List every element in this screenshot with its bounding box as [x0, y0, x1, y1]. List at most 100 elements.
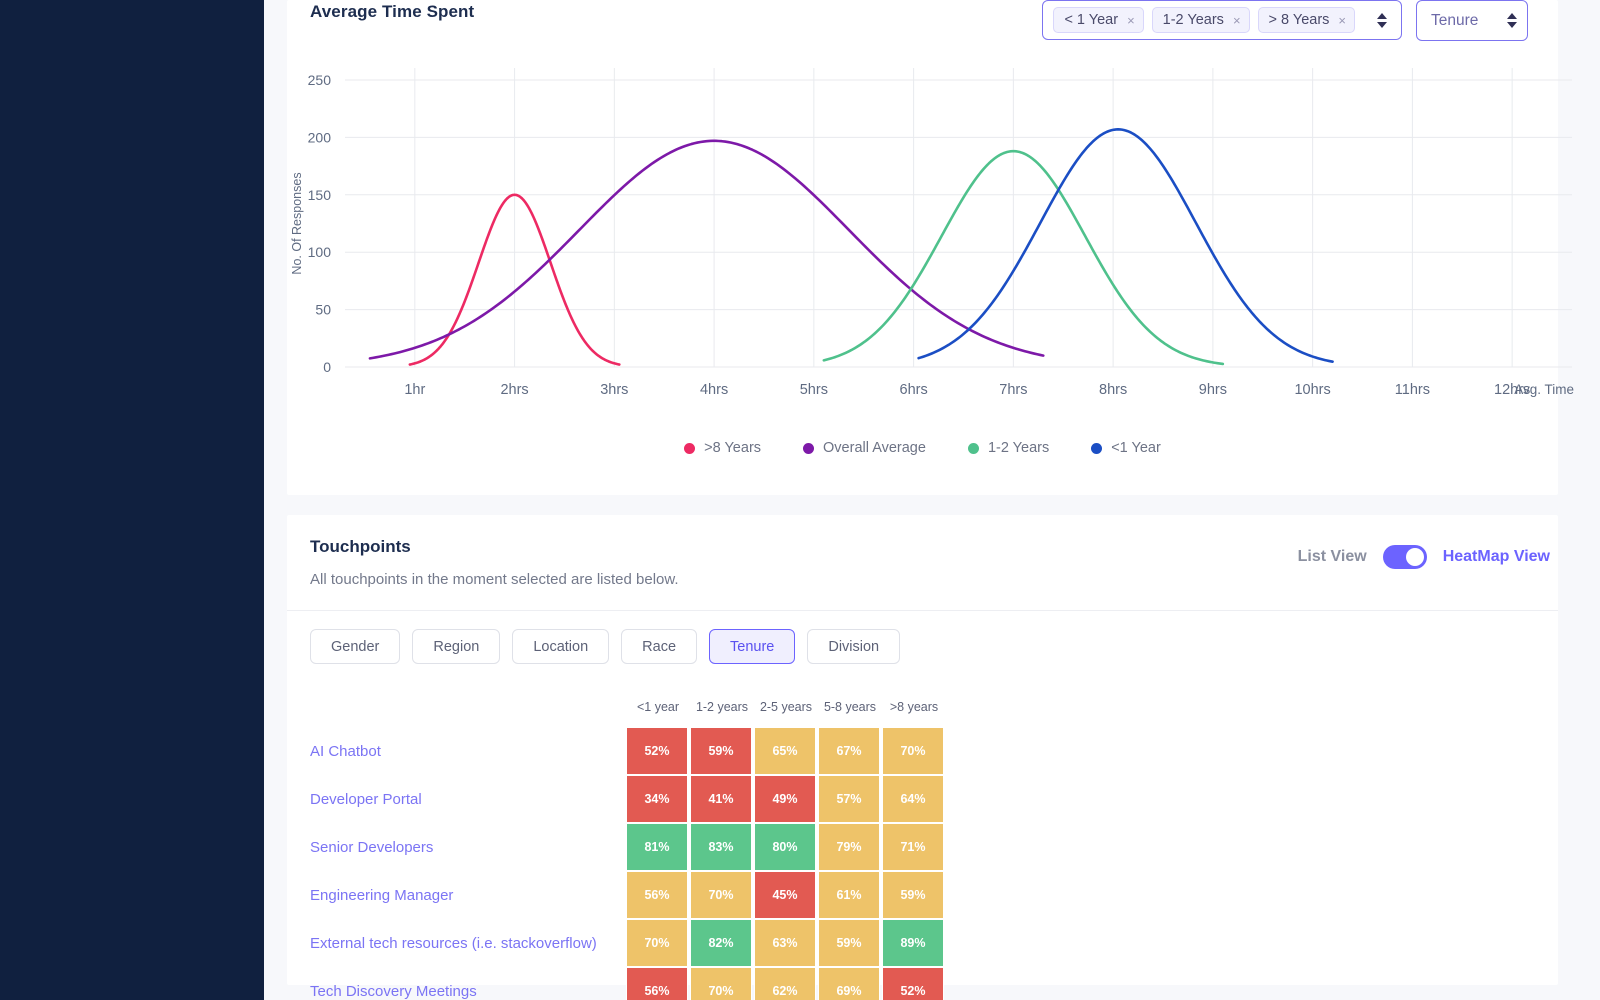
heatmap-row-label[interactable]: External tech resources (i.e. stackoverf…: [310, 919, 626, 967]
heatmap-cell[interactable]: 34%: [626, 775, 688, 823]
heatmap-cell[interactable]: 61%: [818, 871, 880, 919]
legend-item[interactable]: Overall Average: [803, 440, 926, 456]
close-icon[interactable]: ×: [1127, 14, 1135, 27]
x-axis-tick: 10hrs: [1294, 382, 1330, 398]
left-sidebar: [0, 0, 264, 1000]
view-toggle-switch[interactable]: [1382, 545, 1427, 569]
x-axis-label: Avg. Time: [1514, 382, 1574, 397]
legend-label: 1-2 Years: [987, 440, 1050, 456]
tenure-multiselect[interactable]: < 1 Year × 1-2 Years × > 8 Years ×: [1042, 0, 1402, 40]
heatmap-cell[interactable]: 59%: [818, 919, 880, 967]
close-icon[interactable]: ×: [1338, 14, 1346, 27]
stepper-icon[interactable]: [1377, 12, 1387, 28]
heatmap-cell[interactable]: 70%: [882, 727, 944, 775]
x-axis-tick: 6hrs: [900, 382, 928, 398]
heatmap-column-header: 5-8 years: [823, 700, 877, 714]
chart-filters: < 1 Year × 1-2 Years × > 8 Years × Tenur…: [1042, 0, 1528, 41]
heatmap-row-label[interactable]: AI Chatbot: [310, 727, 626, 775]
view-toggle-group: List View HeatMap View: [1298, 545, 1550, 569]
y-axis-tick: 250: [308, 72, 332, 88]
heatmap-cell[interactable]: 65%: [754, 727, 816, 775]
legend-color-dot: [1091, 442, 1103, 454]
heatmap-cell[interactable]: 70%: [626, 919, 688, 967]
heatmap-cell[interactable]: 52%: [626, 727, 688, 775]
heatmap-cell[interactable]: 82%: [690, 919, 752, 967]
tab-gender[interactable]: Gender: [310, 629, 401, 664]
heatmap-cell[interactable]: 81%: [626, 823, 688, 871]
y-axis-tick: 200: [308, 129, 332, 145]
chart-legend: >8 Years Overall Average 1-2 Years <1 Year: [287, 440, 1558, 456]
heatmap-column-header: 2-5 years: [759, 700, 813, 714]
chart-series-line: [368, 139, 1045, 360]
heatmap-row-label[interactable]: Tech Discovery Meetings: [310, 967, 626, 1000]
heatmap-cell[interactable]: 63%: [754, 919, 816, 967]
heatmap-cell[interactable]: 89%: [882, 919, 944, 967]
tab-region[interactable]: Region: [412, 629, 501, 664]
filter-chip[interactable]: 1-2 Years ×: [1151, 7, 1250, 33]
x-axis-tick: 2hrs: [500, 382, 528, 398]
x-axis-tick: 8hrs: [1099, 382, 1127, 398]
legend-label: >8 Years: [704, 440, 762, 456]
legend-color-dot: [684, 442, 696, 454]
x-axis-tick: 9hrs: [1199, 382, 1227, 398]
filter-chip[interactable]: > 8 Years ×: [1257, 7, 1355, 33]
tab-race[interactable]: Race: [621, 629, 698, 664]
average-time-spent-card: Average Time Spent < 1 Year × 1-2 Years …: [287, 0, 1574, 495]
x-axis-tick: 7hrs: [999, 382, 1027, 398]
heatmap-cell[interactable]: 67%: [818, 727, 880, 775]
heatmap-cell[interactable]: 59%: [882, 871, 944, 919]
chevron-down-icon[interactable]: [1507, 13, 1517, 28]
heatmap-cell[interactable]: 59%: [690, 727, 752, 775]
heatmap-cell[interactable]: 57%: [818, 775, 880, 823]
heatmap-cell[interactable]: 45%: [754, 871, 816, 919]
legend-item[interactable]: >8 Years: [684, 440, 761, 456]
heatmap-cell[interactable]: 70%: [690, 871, 752, 919]
line-chart-plot: 0 50 100 150 200 250 1hr 2hrs 3hrs 4hrs 5hrs 6hrs 7h…: [287, 62, 1574, 417]
x-axis-tick: 3hrs: [600, 382, 628, 398]
heatmap-cell[interactable]: 62%: [754, 967, 816, 1000]
heatmap-cell[interactable]: 41%: [690, 775, 752, 823]
legend-color-dot: [967, 442, 979, 454]
tab-location[interactable]: Location: [512, 629, 610, 664]
touchpoints-card: Touchpoints All touchpoints in the momen…: [287, 515, 1558, 1000]
y-axis-tick: 0: [323, 359, 331, 375]
heatmap-column-header: 1-2 years: [695, 700, 749, 714]
heatmap-cell[interactable]: 69%: [818, 967, 880, 1000]
heatmap-cell[interactable]: 49%: [754, 775, 816, 823]
legend-item[interactable]: <1 Year: [1091, 440, 1161, 456]
heatmap-cell[interactable]: 71%: [882, 823, 944, 871]
x-axis-tick: 4hrs: [700, 382, 728, 398]
app-root: Average Time Spent < 1 Year × 1-2 Years …: [0, 0, 1600, 1000]
chart-series-line: [822, 149, 1225, 366]
close-icon[interactable]: ×: [1233, 14, 1241, 27]
tab-tenure[interactable]: Tenure: [709, 629, 796, 664]
heatmap-cell[interactable]: 80%: [754, 823, 816, 871]
legend-item[interactable]: 1-2 Years: [967, 440, 1050, 456]
legend-color-dot: [803, 442, 815, 454]
heatmap-cell[interactable]: 56%: [626, 871, 688, 919]
filter-chip-label: > 8 Years: [1268, 12, 1330, 28]
heatmap-cell[interactable]: 79%: [818, 823, 880, 871]
heatmap-row-label[interactable]: Developer Portal: [310, 775, 626, 823]
chart-series-line: [917, 128, 1334, 363]
heatmap-row-label[interactable]: Senior Developers: [310, 823, 626, 871]
heatmap-column-header: >8 years: [889, 700, 939, 714]
filter-chip-label: 1-2 Years: [1162, 12, 1224, 28]
tab-division[interactable]: Division: [807, 629, 901, 664]
heatmap-cell[interactable]: 64%: [882, 775, 944, 823]
heatmap-view-label[interactable]: HeatMap View: [1443, 548, 1550, 566]
heatmap-cell[interactable]: 56%: [626, 967, 688, 1000]
y-axis-tick: 150: [308, 187, 332, 203]
heatmap-column-header: <1 year: [636, 700, 680, 714]
heatmap-row-label[interactable]: Engineering Manager: [310, 871, 626, 919]
filter-chip[interactable]: < 1 Year ×: [1053, 7, 1144, 33]
heatmap-cell[interactable]: 52%: [882, 967, 944, 1000]
legend-label: <1 Year: [1111, 440, 1161, 456]
heatmap-cell[interactable]: 70%: [690, 967, 752, 1000]
list-view-label[interactable]: List View: [1298, 548, 1367, 566]
tenure-dropdown[interactable]: Tenure: [1416, 0, 1528, 41]
x-axis-tick: 1hr: [404, 382, 425, 398]
page-title: Average Time Spent: [310, 2, 475, 21]
heatmap: <1 year 1-2 years 2-5 years 5-8 years >8 yea…: [310, 700, 1528, 1000]
heatmap-cell[interactable]: 83%: [690, 823, 752, 871]
